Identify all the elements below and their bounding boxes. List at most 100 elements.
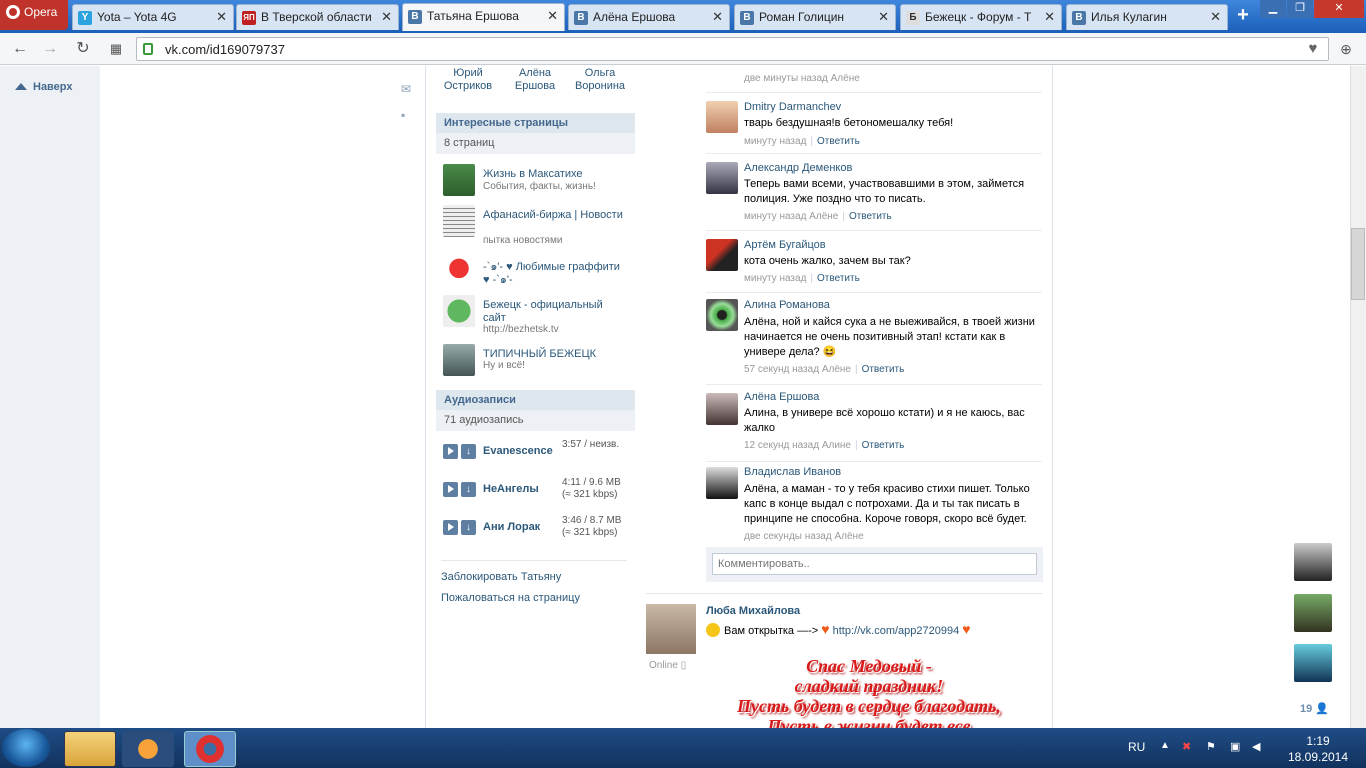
tray-arrow-icon[interactable]: ▲ [1160, 740, 1170, 751]
downloads-icon[interactable]: ⊕ [1336, 40, 1356, 58]
online-friend-avatar[interactable] [1294, 594, 1332, 632]
tab-close-icon[interactable]: ✕ [216, 9, 227, 25]
reply-link[interactable]: Ответить [817, 273, 860, 284]
page-name[interactable]: Афанасий-биржа | Новости [483, 209, 628, 222]
tab-close-icon[interactable]: ✕ [878, 9, 889, 25]
comment-avatar[interactable] [706, 239, 738, 271]
post-author[interactable]: Люба Михайлова [706, 605, 800, 617]
address-bar[interactable]: vk.com/id169079737 ♥ [136, 37, 1329, 61]
audio-track[interactable]: ↓ Evanescence 3:57 / неизв. [441, 439, 627, 471]
comment-author[interactable]: Dmitry Darmanchev [744, 101, 841, 113]
tab-tatyana[interactable]: В Татьяна Ершова ✕ [402, 3, 565, 31]
comment-avatar[interactable] [706, 393, 738, 425]
page-name[interactable]: Бежецк - официальный сайт [483, 299, 628, 325]
comment-author[interactable]: Алёна Ершова [744, 391, 819, 403]
tab-tver[interactable]: ЯП В Тверской области ✕ [236, 4, 399, 30]
comment-author[interactable]: Александр Деменков [744, 162, 852, 174]
comment-input[interactable] [712, 553, 1037, 575]
speech-bubble-icon[interactable]: ▪ [401, 108, 405, 122]
comment-author[interactable]: Владислав Иванов [744, 466, 841, 478]
audio-header[interactable]: Аудиозаписи [436, 390, 635, 411]
post-author-avatar[interactable] [646, 604, 696, 654]
download-icon[interactable]: ↓ [461, 482, 476, 497]
play-icon[interactable] [443, 520, 458, 535]
reply-link[interactable]: Ответить [862, 440, 905, 451]
page-avatar[interactable] [443, 344, 475, 376]
media-player-taskbar-icon[interactable] [122, 731, 174, 767]
online-friend-avatar[interactable] [1294, 644, 1332, 682]
reply-link[interactable]: Ответить [817, 136, 860, 147]
comment-avatar[interactable] [706, 101, 738, 133]
comment-time[interactable]: две секунды назад Алёне [744, 531, 864, 542]
opera-taskbar-icon[interactable] [184, 731, 236, 767]
comment-author[interactable]: Алина Романова [744, 299, 830, 311]
report-page-link[interactable]: Пожаловаться на страницу [441, 592, 580, 604]
comment-time[interactable]: минуту назад [744, 136, 806, 147]
bookmark-heart-icon[interactable]: ♥ [1302, 40, 1324, 58]
tab-yota[interactable]: Y Yota – Yota 4G ✕ [72, 4, 234, 30]
play-icon[interactable] [443, 482, 458, 497]
scrollbar-thumb[interactable] [1351, 228, 1365, 300]
opera-menu-button[interactable]: Opera [0, 0, 68, 30]
system-clock[interactable]: 1:19 18.09.2014 [1270, 733, 1366, 765]
new-tab-button[interactable]: + [1232, 5, 1254, 27]
maximize-icon[interactable]: ❐ [1287, 0, 1313, 18]
tab-ilya[interactable]: В Илья Кулагин ✕ [1066, 4, 1228, 30]
download-icon[interactable]: ↓ [461, 520, 476, 535]
friend-name[interactable]: Юрий Остриков [433, 67, 503, 93]
language-indicator[interactable]: RU [1128, 740, 1145, 754]
online-friends-count[interactable]: 19 👤 [1300, 702, 1329, 715]
tray-network-icon[interactable]: ▣ [1230, 740, 1240, 753]
comment-avatar[interactable] [706, 299, 738, 331]
forward-arrow-icon[interactable]: → [40, 40, 60, 58]
envelope-icon[interactable]: ✉ [401, 82, 411, 96]
comment-time[interactable]: 57 секунд назад Алёне [744, 364, 851, 375]
tab-bezhetsk-forum[interactable]: Б Бежецк - Форум - Т ✕ [900, 4, 1062, 30]
start-button-icon[interactable] [2, 729, 50, 767]
friend-name[interactable]: Ольга Воронина [565, 67, 635, 93]
reply-link[interactable]: Ответить [849, 211, 892, 222]
scroll-to-top-link[interactable]: Наверх [15, 81, 73, 93]
tab-roman[interactable]: В Роман Голицин ✕ [734, 4, 896, 30]
speed-dial-grid-icon[interactable]: ▦ [106, 40, 126, 58]
page-avatar[interactable] [443, 164, 475, 196]
block-user-link[interactable]: Заблокировать Татьяну [441, 571, 561, 583]
comment-time[interactable]: минуту назад Алёне [744, 211, 838, 222]
audio-track[interactable]: ↓ Ани Лорак 3:46 / 8.7 MB (≈ 321 kbps) [441, 515, 627, 547]
explorer-taskbar-icon[interactable] [64, 731, 116, 767]
audio-track[interactable]: ↓ НеАнгелы 4:11 / 9.6 MB (≈ 321 kbps) [441, 477, 627, 509]
comment-time[interactable]: минуту назад [744, 273, 806, 284]
back-arrow-icon[interactable]: ← [10, 40, 30, 58]
minimize-icon[interactable]: ▁ [1260, 0, 1286, 18]
tab-close-icon[interactable]: ✕ [1044, 9, 1055, 25]
comment-avatar[interactable] [706, 467, 738, 499]
vertical-scrollbar[interactable] [1350, 66, 1366, 728]
post-card-image[interactable]: Спас Медовый - сладкий праздник! Пусть б… [706, 648, 1032, 728]
page-avatar[interactable] [443, 254, 475, 286]
track-artist[interactable]: НеАнгелы [483, 483, 553, 495]
comment-author[interactable]: Артём Бугайцов [744, 239, 826, 251]
tab-close-icon[interactable]: ✕ [712, 9, 723, 25]
reload-icon[interactable]: ↻ [73, 40, 93, 58]
page-avatar[interactable] [443, 205, 475, 237]
audio-count[interactable]: 71 аудиозапись [436, 410, 635, 431]
page-avatar[interactable] [443, 295, 475, 327]
close-window-icon[interactable]: ✕ [1314, 0, 1364, 18]
interesting-pages-header[interactable]: Интересные страницы [436, 113, 635, 134]
interesting-pages-count[interactable]: 8 страниц [436, 133, 635, 154]
comment-time[interactable]: 12 секунд назад Алине [744, 440, 851, 451]
page-name[interactable]: -`๑'- ♥ Любимые граффити ♥ -`๑'- [483, 261, 628, 287]
page-name[interactable]: Жизнь в Максатихе [483, 168, 628, 181]
scroll-up-bar[interactable] [0, 66, 100, 728]
volume-icon[interactable]: ◀ [1252, 740, 1260, 753]
comment-avatar[interactable] [706, 162, 738, 194]
post-link[interactable]: http://vk.com/app2720994 [833, 625, 960, 637]
reply-link[interactable]: Ответить [862, 364, 905, 375]
tab-alena[interactable]: В Алёна Ершова ✕ [568, 4, 730, 30]
track-artist[interactable]: Evanescence [483, 445, 553, 457]
network-error-icon[interactable]: ✖ [1182, 740, 1191, 753]
download-icon[interactable]: ↓ [461, 444, 476, 459]
friend-name[interactable]: Алёна Ершова [500, 67, 570, 93]
tab-close-icon[interactable]: ✕ [1210, 9, 1221, 25]
tab-close-icon[interactable]: ✕ [547, 8, 558, 24]
